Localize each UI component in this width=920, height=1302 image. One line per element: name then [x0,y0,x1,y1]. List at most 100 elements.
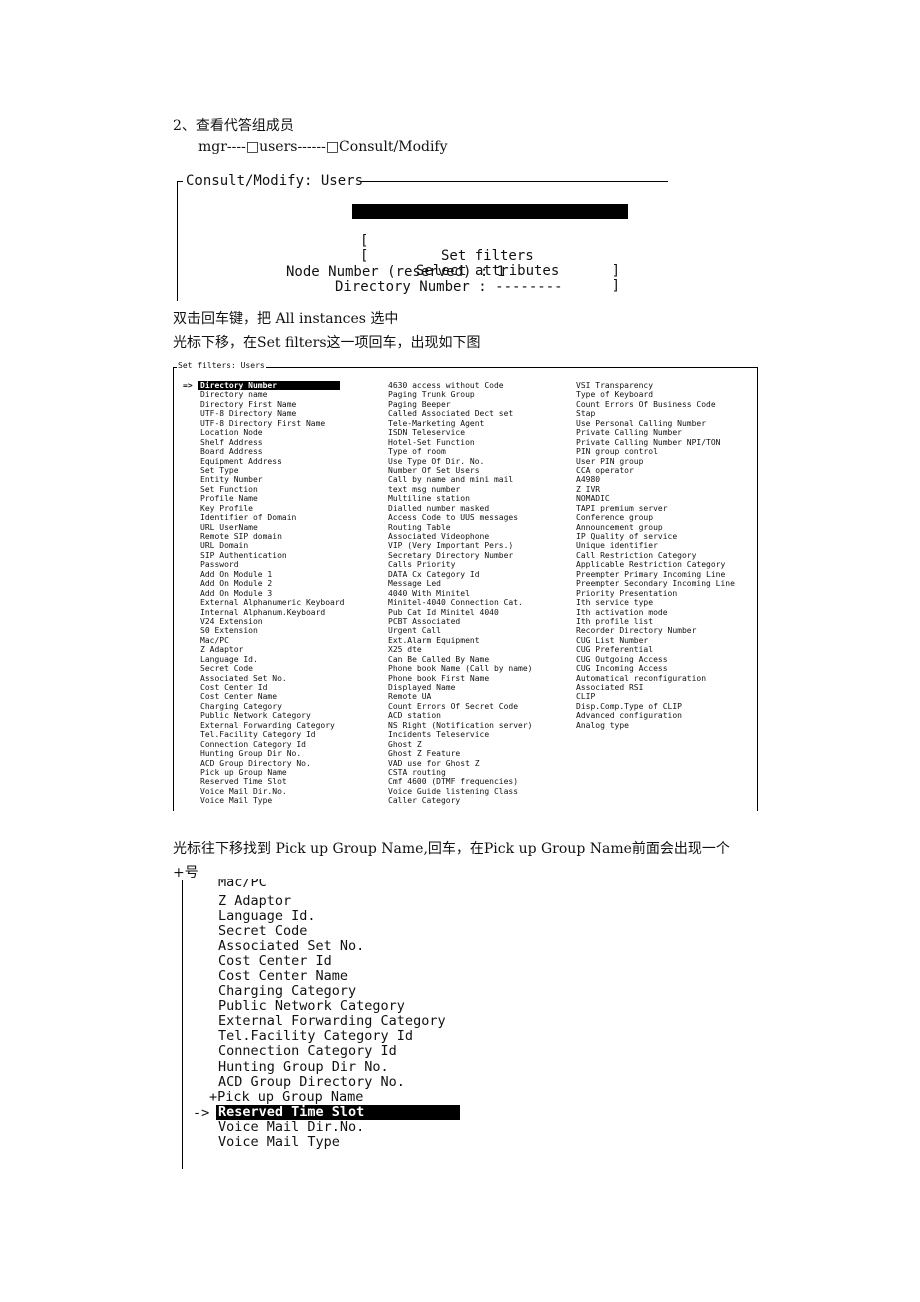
filter-attribute-item[interactable]: Minitel-4040 Connection Cat. [388,598,533,607]
filter-attribute-item[interactable]: Ext.Alarm Equipment [388,636,533,645]
filter-attribute-item[interactable]: SIP Authentication [200,551,345,560]
filter-attribute-item[interactable]: Directory Number [198,381,340,391]
filter-attribute-item[interactable]: Internal Alphanum.Keyboard [200,608,345,617]
filter-attribute-item[interactable]: CUG List Number [576,636,735,645]
filter-attribute-item[interactable]: Stap [576,409,735,418]
filter-attribute-item[interactable]: Set Type [200,466,345,475]
filter-attribute-item[interactable]: Count Errors Of Business Code [576,400,735,409]
filter-attribute-item[interactable]: Urgent Call [388,626,533,635]
filter-attribute-item[interactable]: Caller Category [388,796,533,805]
filter-attribute-item[interactable]: Hunting Group Dir No. [200,749,345,758]
filter-attribute-item[interactable]: Applicable Restriction Category [576,560,735,569]
filter-attribute-item[interactable]: NOMADIC [576,494,735,503]
filter-attribute-item[interactable]: Call by name and mini mail [388,475,533,484]
filter-attribute-item[interactable]: ISDN Teleservice [388,428,533,437]
menu-item-select-attributes[interactable]: [ Select attributes ] [352,234,628,294]
filter-attribute-item[interactable]: User PIN group [576,457,735,466]
filter-attribute-item[interactable]: Z IVR [576,485,735,494]
attribute-list-item[interactable]: Charging Category [218,984,460,999]
filter-attribute-item[interactable]: Add On Module 3 [200,589,345,598]
filter-attribute-item[interactable]: Message Led [388,579,533,588]
filter-attribute-item[interactable]: A4980 [576,475,735,484]
attribute-list-item[interactable]: Z Adaptor [218,893,460,909]
filter-attribute-item[interactable]: Directory name [200,390,345,399]
filter-attribute-item[interactable]: DATA Cx Category Id [388,570,533,579]
filter-attribute-item[interactable]: Phone book Name (Call by name) [388,664,533,673]
filter-attribute-item[interactable]: Entity Number [200,475,345,484]
filter-attribute-item[interactable]: Shelf Address [200,438,345,447]
filter-attribute-item[interactable]: CUG Outgoing Access [576,655,735,664]
filter-attribute-item[interactable]: Incidents Teleservice [388,730,533,739]
filter-attribute-item[interactable]: Preempter Primary Incoming Line [576,570,735,579]
attribute-list-item[interactable]: Voice Mail Dir.No. [218,1119,460,1135]
filter-attribute-item[interactable]: Ith activation mode [576,608,735,617]
menu-item-all-instances[interactable]: << All instances >> [352,204,628,264]
filter-attribute-item[interactable]: Type of Keyboard [576,390,735,399]
filter-attribute-item[interactable]: URL UserName [200,523,345,532]
filter-attribute-item[interactable]: Ith profile list [576,617,735,626]
filter-attribute-item[interactable]: External Forwarding Category [200,721,345,730]
filter-attribute-item[interactable]: Tele-Marketing Agent [388,419,533,428]
filter-attribute-item[interactable]: Public Network Category [200,711,345,720]
filter-attribute-item[interactable]: Ghost Z Feature [388,749,533,758]
filter-attribute-item[interactable]: Add On Module 2 [200,579,345,588]
filter-attribute-item[interactable]: Private Calling Number [576,428,735,437]
filter-attribute-item[interactable]: Can Be Called By Name [388,655,533,664]
attribute-list-item[interactable]: Mac/PC [218,879,460,890]
filter-attribute-item[interactable]: Ith service type [576,598,735,607]
filter-attribute-item[interactable]: Language Id. [200,655,345,664]
filter-attribute-item[interactable]: Cost Center Id [200,683,345,692]
filter-attribute-item[interactable]: Access Code to UUS messages [388,513,533,522]
filter-attribute-item[interactable]: 4630 access without Code [388,381,533,390]
node-number-field[interactable]: Node Number (reserved) : 1 [286,264,505,280]
attribute-list-item[interactable]: Tel.Facility Category Id [218,1029,460,1044]
filter-attribute-item[interactable]: VAD use for Ghost Z [388,759,533,768]
filter-attribute-item[interactable]: Analog type [576,721,735,730]
filter-attribute-item[interactable]: Pub Cat Id Minitel 4040 [388,608,533,617]
attribute-list-item[interactable]: Reserved Time Slot [216,1104,460,1120]
filter-attribute-item[interactable]: S0 Extension [200,626,345,635]
filter-attribute-item[interactable]: Calls Priority [388,560,533,569]
filter-attribute-item[interactable]: External Alphanumeric Keyboard [200,598,345,607]
filter-attribute-item[interactable]: Mac/PC [200,636,345,645]
filter-attribute-item[interactable]: Recorder Directory Number [576,626,735,635]
filter-attribute-item[interactable]: Connection Category Id [200,740,345,749]
filter-attribute-item[interactable]: Conference group [576,513,735,522]
attribute-list-item[interactable]: Connection Category Id [218,1044,460,1059]
filter-attribute-item[interactable]: TAPI premium server [576,504,735,513]
filter-attribute-item[interactable]: Pick up Group Name [200,768,345,777]
attribute-list-item[interactable]: Cost Center Id [218,954,460,969]
filter-attribute-item[interactable]: IP Quality of service [576,532,735,541]
attribute-list-item[interactable]: ACD Group Directory No. [218,1074,460,1090]
filter-attribute-item[interactable]: Preempter Secondary Incoming Line [576,579,735,588]
filter-attribute-item[interactable]: Called Associated Dect set [388,409,533,418]
filter-attribute-item[interactable]: Count Errors Of Secret Code [388,702,533,711]
attribute-list-item[interactable]: Public Network Category [218,999,460,1014]
filter-attribute-item[interactable]: Use Type Of Dir. No. [388,457,533,466]
filter-attribute-item[interactable]: Multiline station [388,494,533,503]
filter-attribute-item[interactable]: Cmf 4600 (DTMF frequencies) [388,777,533,786]
filter-attribute-item[interactable]: Automatical reconfiguration [576,674,735,683]
filter-attribute-item[interactable]: Board Address [200,447,345,456]
filter-attribute-item[interactable]: CCA operator [576,466,735,475]
filter-attribute-item[interactable]: Remote SIP domain [200,532,345,541]
filter-attribute-item[interactable]: Add On Module 1 [200,570,345,579]
filter-attribute-item[interactable]: Remote UA [388,692,533,701]
filter-attribute-item[interactable]: Advanced configuration [576,711,735,720]
filter-attribute-item[interactable]: Displayed Name [388,683,533,692]
filter-attribute-item[interactable]: X25 dte [388,645,533,654]
filter-attribute-item[interactable]: VSI Transparency [576,381,735,390]
filter-attribute-item[interactable]: ACD station [388,711,533,720]
filter-attribute-item[interactable]: Voice Guide listening Class [388,787,533,796]
filter-attribute-item[interactable]: Phone book First Name [388,674,533,683]
filter-attribute-item[interactable]: Priority Presentation [576,589,735,598]
filter-attribute-item[interactable]: Secretary Directory Number [388,551,533,560]
filter-attribute-item[interactable]: CLIP [576,692,735,701]
filter-attribute-item[interactable]: Equipment Address [200,457,345,466]
filter-attribute-item[interactable]: 4040 With Minitel [388,589,533,598]
filter-attribute-item[interactable]: Z Adaptor [200,645,345,654]
filter-attribute-item[interactable]: PCBT Associated [388,617,533,626]
attribute-list-item[interactable]: Secret Code [218,924,460,939]
filter-attribute-item[interactable]: Voice Mail Dir.No. [200,787,345,796]
filter-attribute-item[interactable]: Dialled number masked [388,504,533,513]
